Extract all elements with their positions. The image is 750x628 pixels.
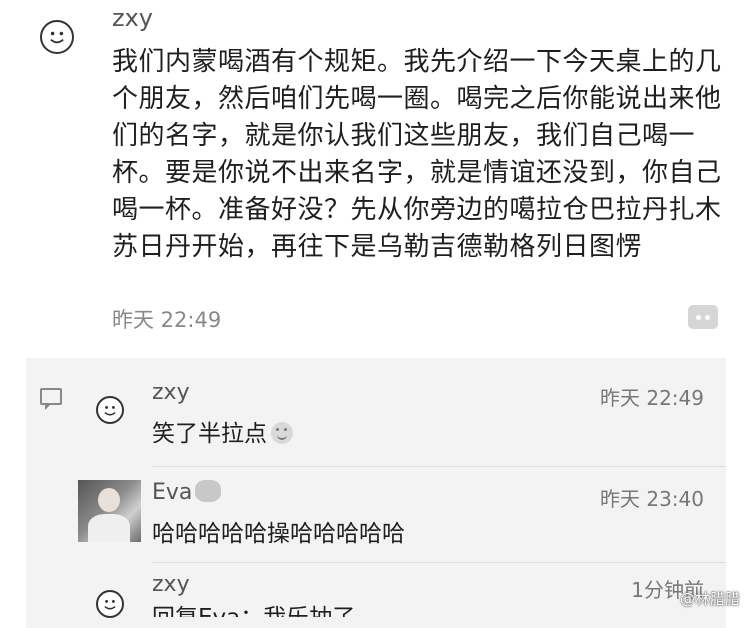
comment-avatar-smiley-icon[interactable] (96, 590, 124, 618)
more-icon[interactable] (688, 305, 718, 329)
comment-timestamp: 昨天 22:49 (600, 386, 704, 410)
watermark: @林腊腊 (679, 590, 740, 608)
comment-text: 哈哈哈哈哈操哈哈哈哈哈 (152, 521, 405, 547)
user-badge-icon (195, 480, 222, 502)
comment-author-name[interactable]: zxy (152, 572, 190, 597)
comment-text: 回复Eva：我乐抽了 (152, 598, 355, 617)
post-avatar-smiley-icon[interactable] (40, 20, 74, 54)
comment-avatar-smiley-icon[interactable] (96, 396, 124, 424)
comment-text-content: 笑了半拉点 (152, 421, 267, 447)
comment-author-name-text: Eva (152, 480, 193, 505)
post-body-text: 我们内蒙喝酒有个规矩。我先介绍一下今天桌上的几个朋友，然后咱们先喝一圈。喝完之后… (112, 47, 722, 262)
comment-divider (152, 562, 726, 563)
comment-timestamp: 昨天 23:40 (600, 487, 704, 511)
comment-avatar-photo[interactable] (78, 480, 141, 542)
post-timestamp: 昨天 22:49 (112, 308, 222, 332)
comment-author-name[interactable]: zxy (152, 380, 190, 405)
comment-text: 笑了半拉点 (152, 414, 293, 448)
comment-divider (152, 466, 726, 467)
comment-author-name[interactable]: Eva (152, 480, 222, 505)
smile-emoji-icon (271, 422, 293, 444)
post-author-name[interactable]: zxy (112, 4, 153, 32)
comments-icon (40, 388, 62, 410)
